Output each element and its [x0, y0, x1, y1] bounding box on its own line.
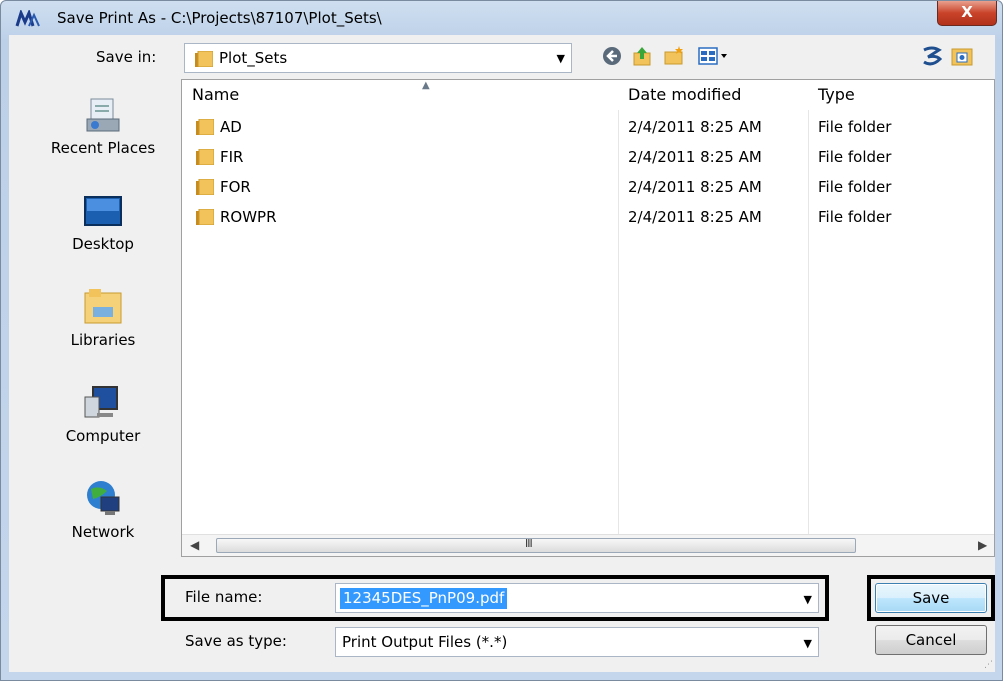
file-name: FIR — [220, 148, 244, 166]
file-name: FOR — [220, 178, 251, 196]
save-as-type-label: Save as type: — [185, 632, 287, 650]
file-date: 2/4/2011 8:25 AM — [628, 178, 762, 196]
back-icon[interactable] — [601, 45, 623, 67]
file-type: File folder — [818, 118, 892, 136]
place-network[interactable]: Network — [39, 479, 167, 541]
horizontal-scrollbar[interactable]: ◀ III ▶ — [182, 534, 994, 556]
scroll-right-icon[interactable]: ▶ — [978, 538, 987, 552]
views-menu-icon[interactable] — [697, 45, 731, 67]
computer-icon — [84, 386, 118, 418]
place-label: Network — [71, 523, 135, 541]
folder-icon — [196, 119, 214, 135]
scrollbar-thumb[interactable]: III — [216, 537, 856, 553]
column-header-date-modified[interactable]: Date modified — [618, 80, 808, 110]
file-name-label: File name: — [185, 588, 263, 606]
column-header-type[interactable]: Type — [808, 80, 994, 110]
places-bar: Recent Places Desktop Libraries Computer — [39, 81, 167, 601]
place-label: Libraries — [70, 331, 136, 349]
folder-icon — [196, 179, 214, 195]
new-folder-icon[interactable] — [663, 45, 685, 67]
scrollbar-grip: III — [525, 537, 533, 550]
desktop-icon — [84, 196, 122, 226]
close-button[interactable]: X — [937, 1, 997, 26]
save-as-type-dropdown[interactable]: Print Output Files (*.*) ▼ — [335, 627, 819, 657]
save-in-label: Save in: — [96, 48, 157, 66]
place-computer[interactable]: Computer — [39, 383, 167, 445]
file-list[interactable]: Name ▲ Date modified Type AD 2/4/2011 8:… — [181, 79, 995, 557]
file-type: File folder — [818, 178, 892, 196]
file-row[interactable]: AD 2/4/2011 8:25 AM File folder — [182, 112, 994, 142]
recent-places-icon — [86, 98, 120, 132]
folder-icon — [195, 51, 213, 67]
place-label: Computer — [65, 427, 141, 445]
sort-ascending-icon: ▲ — [422, 80, 430, 91]
title-bar[interactable]: Save Print As - C:\Projects\87107\Plot_S… — [1, 1, 1002, 35]
cancel-button[interactable]: Cancel — [875, 625, 987, 655]
file-name: AD — [220, 118, 242, 136]
folder-browse-icon[interactable] — [951, 45, 973, 67]
file-row[interactable]: FOR 2/4/2011 8:25 AM File folder — [182, 172, 994, 202]
app-extra-icon[interactable] — [921, 45, 943, 67]
chevron-down-icon: ▼ — [556, 52, 565, 65]
chevron-down-icon[interactable]: ▼ — [804, 593, 812, 606]
microstation-app-icon — [15, 10, 40, 27]
file-name-value: 12345DES_PnP09.pdf — [340, 588, 508, 609]
network-icon — [87, 481, 120, 515]
folder-icon — [196, 209, 214, 225]
up-folder-icon[interactable] — [631, 45, 653, 67]
column-header-name[interactable]: Name — [182, 80, 618, 110]
scroll-left-icon[interactable]: ◀ — [190, 538, 199, 552]
file-row[interactable]: ROWPR 2/4/2011 8:25 AM File folder — [182, 202, 994, 232]
resize-grip-icon[interactable]: ⋰ — [984, 660, 993, 670]
file-date: 2/4/2011 8:25 AM — [628, 118, 762, 136]
libraries-icon — [84, 289, 122, 324]
save-as-type-value: Print Output Files (*.*) — [342, 633, 508, 651]
place-label: Desktop — [72, 235, 134, 253]
file-date: 2/4/2011 8:25 AM — [628, 208, 762, 226]
place-libraries[interactable]: Libraries — [39, 287, 167, 349]
chevron-down-icon: ▼ — [803, 637, 812, 650]
file-type: File folder — [818, 208, 892, 226]
dialog-client: Save in: Plot_Sets ▼ Recent Places Deskt… — [9, 35, 995, 672]
save-print-as-dialog: Save Print As - C:\Projects\87107\Plot_S… — [0, 0, 1003, 681]
window-title: Save Print As - C:\Projects\87107\Plot_S… — [57, 9, 382, 27]
save-in-dropdown[interactable]: Plot_Sets ▼ — [184, 43, 572, 73]
place-recent-places[interactable]: Recent Places — [39, 95, 167, 157]
file-row[interactable]: FIR 2/4/2011 8:25 AM File folder — [182, 142, 994, 172]
save-in-value: Plot_Sets — [219, 49, 288, 67]
file-name: ROWPR — [220, 208, 277, 226]
save-button[interactable]: Save — [875, 583, 987, 613]
file-name-input[interactable]: 12345DES_PnP09.pdf ▼ — [335, 583, 819, 613]
folder-icon — [196, 149, 214, 165]
file-type: File folder — [818, 148, 892, 166]
place-desktop[interactable]: Desktop — [39, 191, 167, 253]
place-label: Recent Places — [50, 139, 156, 157]
file-date: 2/4/2011 8:25 AM — [628, 148, 762, 166]
